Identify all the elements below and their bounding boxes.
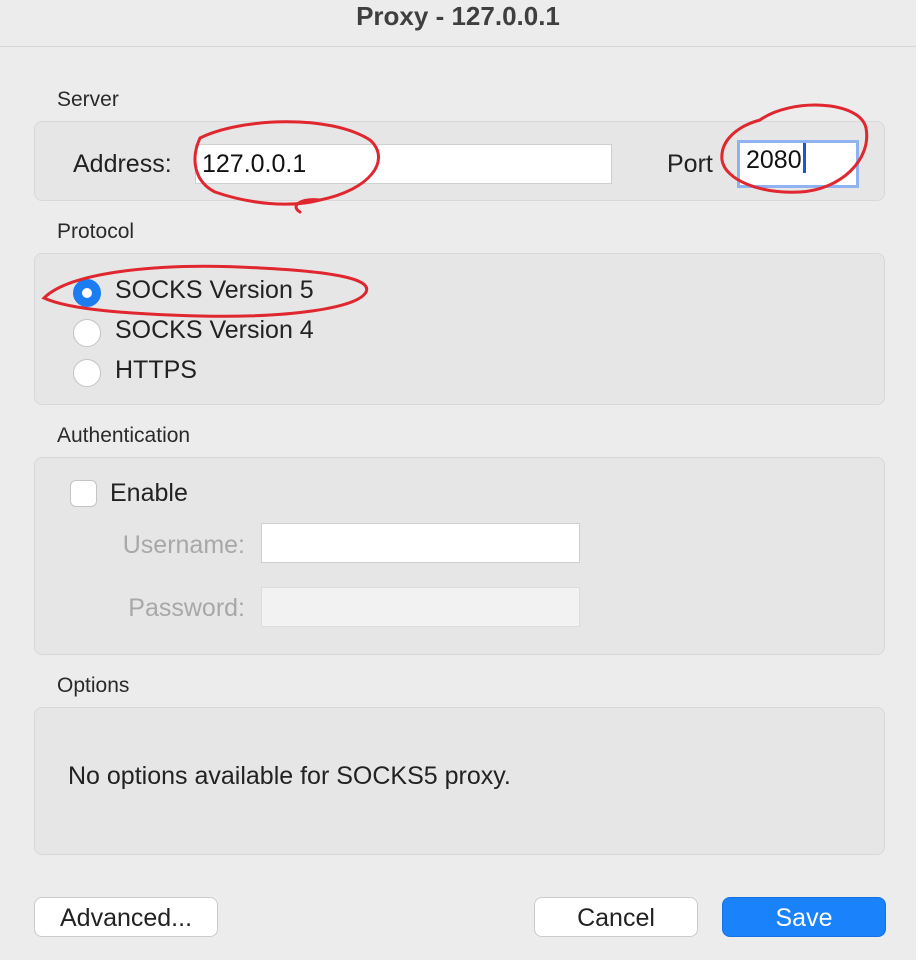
cancel-button[interactable]: Cancel [534,897,698,937]
radio-selected-icon[interactable] [73,279,101,307]
port-input[interactable]: 2080 [737,140,859,188]
window-title: Proxy - 127.0.0.1 [356,1,560,31]
password-label: Password: [128,594,245,622]
protocol-section-label: Protocol [57,220,135,243]
radio-https-label: HTTPS [115,356,197,384]
options-section-label: Options [57,674,130,697]
password-input[interactable] [261,587,580,627]
address-label: Address: [73,150,172,178]
radio-unselected-icon[interactable] [73,319,101,347]
address-value: 127.0.0.1 [202,150,307,178]
text-caret [802,143,806,173]
radio-socks4-label: SOCKS Version 4 [115,316,314,344]
title-bar: Proxy - 127.0.0.1 [0,0,916,47]
authentication-section-label: Authentication [57,424,191,447]
enable-label: Enable [110,479,188,507]
radio-socks5-label: SOCKS Version 5 [115,276,314,304]
username-label: Username: [122,531,245,559]
port-value: 2080 [746,146,802,174]
port-label: Port [667,150,713,178]
save-button[interactable]: Save [722,897,886,937]
server-section-label: Server [57,88,119,111]
advanced-button[interactable]: Advanced... [34,897,218,937]
enable-checkbox[interactable] [70,480,97,507]
proxy-dialog-window: Proxy - 127.0.0.1 Server Address: 127.0.… [0,0,916,960]
options-message: No options available for SOCKS5 proxy. [68,762,511,790]
username-input[interactable] [261,523,580,563]
address-input[interactable]: 127.0.0.1 [195,144,612,184]
radio-unselected-icon[interactable] [73,359,101,387]
